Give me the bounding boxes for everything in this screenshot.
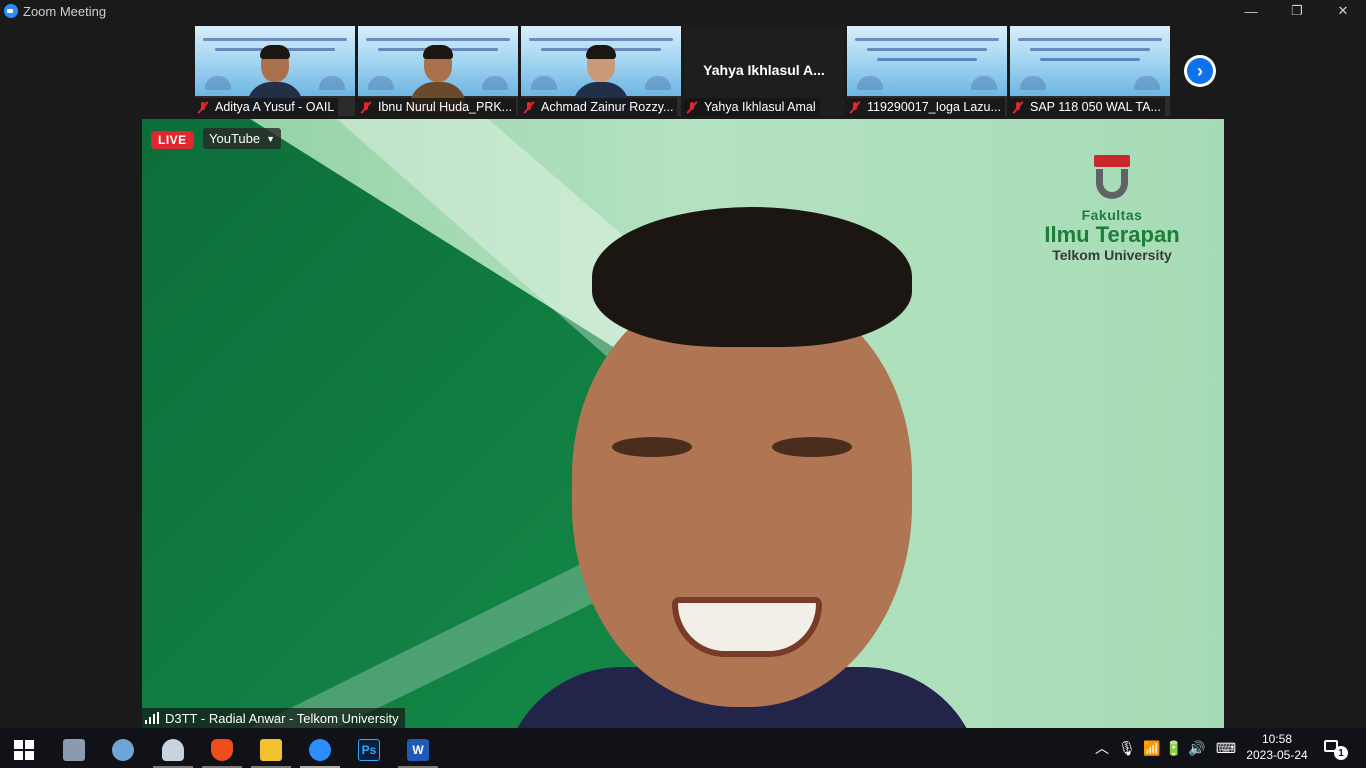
word-icon: W bbox=[407, 739, 429, 761]
paint-icon bbox=[112, 739, 134, 761]
participant-name-bar: SAP 118 050 WAL TA... bbox=[1010, 98, 1165, 116]
stream-platform-label: YouTube bbox=[209, 131, 261, 146]
title-bar: Zoom Meeting — ❐ ✕ bbox=[0, 0, 1366, 22]
participant-tile[interactable]: SAP 118 050 WAL TA... bbox=[1010, 26, 1170, 116]
clock-date: 2023-05-24 bbox=[1246, 748, 1308, 762]
mic-muted-icon bbox=[1012, 101, 1024, 114]
mic-muted-icon bbox=[849, 101, 861, 114]
shared-slide-thumbnail bbox=[1010, 26, 1170, 96]
participant-tile[interactable]: Ibnu Nurul Huda_PRK... bbox=[358, 26, 518, 116]
mic-muted-icon bbox=[360, 101, 372, 114]
speaker-icon: 🔊 bbox=[1188, 739, 1206, 756]
photoshop-icon: Ps bbox=[358, 739, 380, 761]
participant-name-bar: Yahya Ikhlasul Amal bbox=[684, 98, 820, 116]
wifi-icon: 📶 bbox=[1143, 739, 1161, 756]
start-button[interactable] bbox=[4, 732, 44, 768]
network-tray-button[interactable]: 📶 bbox=[1142, 728, 1162, 768]
live-badge[interactable]: LIVE bbox=[151, 131, 194, 149]
taskbar-photoshop[interactable]: Ps bbox=[349, 732, 389, 768]
telkom-university-logo-icon bbox=[1092, 155, 1132, 201]
logo-line-3: Telkom University bbox=[1052, 247, 1172, 263]
windows-taskbar: Ps W ︿ 🎙 📶 🔋 🔊 ⌨ 10:58 2023-05-24 1 bbox=[0, 728, 1366, 768]
participant-name-bar: Aditya A Yusuf - OAIL bbox=[195, 98, 339, 116]
window-controls: — ❐ ✕ bbox=[1228, 0, 1366, 22]
chevron-right-icon: › bbox=[1187, 58, 1213, 84]
zoom-icon bbox=[309, 739, 331, 761]
participant-strip: Aditya A Yusuf - OAIL Ibnu Nurul Huda_PR… bbox=[0, 22, 1366, 118]
speaker-person bbox=[502, 207, 982, 728]
caret-down-icon: ▼ bbox=[266, 133, 276, 144]
mic-muted-icon bbox=[523, 101, 535, 114]
connection-signal-icon bbox=[145, 712, 159, 724]
windows-start-icon bbox=[14, 740, 34, 760]
participant-tile[interactable]: Yahya Ikhlasul A... Yahya Ikhlasul Amal bbox=[684, 26, 844, 116]
participant-name: SAP 118 050 WAL TA... bbox=[1030, 100, 1161, 114]
logo-line-2: Ilmu Terapan bbox=[1044, 222, 1180, 247]
participant-video bbox=[410, 42, 466, 112]
speaker-name: D3TT - Radial Anwar - Telkom University bbox=[165, 710, 399, 726]
notification-count-badge: 1 bbox=[1334, 746, 1348, 760]
participant-tile[interactable]: Achmad Zainur Rozzy... bbox=[521, 26, 681, 116]
participant-name-bar: Ibnu Nurul Huda_PRK... bbox=[358, 98, 517, 116]
faculty-logo: Fakultas Ilmu Terapan Telkom University bbox=[1040, 155, 1184, 263]
mic-muted-icon bbox=[197, 101, 209, 114]
shared-slide-thumbnail bbox=[847, 26, 1007, 96]
taskbar-brave[interactable] bbox=[202, 732, 242, 768]
file-explorer-icon bbox=[260, 739, 282, 761]
taskbar-file-explorer[interactable] bbox=[251, 732, 291, 768]
clock-time: 10:58 bbox=[1261, 732, 1293, 746]
speaker-name-bar: D3TT - Radial Anwar - Telkom University bbox=[142, 708, 405, 728]
next-page-button[interactable]: › bbox=[1184, 55, 1216, 87]
participant-name-bar: Achmad Zainur Rozzy... bbox=[521, 98, 678, 116]
brave-icon bbox=[211, 739, 233, 761]
show-hidden-icons-button[interactable]: ︿ bbox=[1092, 728, 1112, 768]
keyboard-tray-button[interactable]: ⌨ bbox=[1212, 728, 1240, 768]
taskbar-word[interactable]: W bbox=[398, 732, 438, 768]
participant-name: Yahya Ikhlasul Amal bbox=[704, 100, 816, 114]
taskbar-paint[interactable] bbox=[103, 732, 143, 768]
close-button[interactable]: ✕ bbox=[1320, 0, 1366, 22]
participant-name: Ibnu Nurul Huda_PRK... bbox=[378, 100, 513, 114]
system-clock[interactable]: 10:58 2023-05-24 bbox=[1242, 731, 1312, 763]
volume-tray-button[interactable]: 🔊 bbox=[1187, 728, 1207, 768]
restore-button[interactable]: ❐ bbox=[1274, 0, 1320, 22]
mic-muted-icon bbox=[686, 101, 698, 114]
microphone-icon: 🎙 bbox=[1118, 739, 1136, 756]
taskbar-calculator[interactable] bbox=[54, 732, 94, 768]
participant-tile[interactable]: 119290017_Ioga Lazu... bbox=[847, 26, 1007, 116]
participant-tile[interactable]: Aditya A Yusuf - OAIL bbox=[195, 26, 355, 116]
stream-platform-dropdown[interactable]: YouTube ▼ bbox=[203, 128, 282, 149]
window-title: Zoom Meeting bbox=[23, 3, 107, 19]
taskbar-zoom[interactable] bbox=[300, 732, 340, 768]
participant-name: Aditya A Yusuf - OAIL bbox=[215, 100, 335, 114]
network-drive-icon bbox=[162, 739, 184, 761]
battery-icon: 🔋 bbox=[1165, 739, 1183, 756]
participant-display-name: Yahya Ikhlasul A... bbox=[703, 62, 825, 78]
battery-tray-button[interactable]: 🔋 bbox=[1164, 728, 1184, 768]
participant-name: Achmad Zainur Rozzy... bbox=[541, 100, 674, 114]
participant-video bbox=[247, 42, 303, 112]
chevron-up-icon: ︿ bbox=[1095, 740, 1109, 756]
active-speaker-video[interactable]: Fakultas Ilmu Terapan Telkom University … bbox=[142, 119, 1224, 728]
taskbar-network-drive[interactable] bbox=[153, 732, 193, 768]
microphone-tray-button[interactable]: 🎙 bbox=[1117, 728, 1137, 768]
logo-line-1: Fakultas bbox=[1081, 207, 1143, 223]
participant-name: 119290017_Ioga Lazu... bbox=[867, 100, 1001, 114]
zoom-logo-icon bbox=[4, 4, 18, 18]
keyboard-icon: ⌨ bbox=[1215, 739, 1237, 756]
participant-video bbox=[573, 42, 629, 112]
participant-name-bar: 119290017_Ioga Lazu... bbox=[847, 98, 1005, 116]
notification-center-button[interactable]: 1 bbox=[1322, 738, 1348, 760]
minimize-button[interactable]: — bbox=[1228, 0, 1274, 22]
calculator-icon bbox=[63, 739, 85, 761]
